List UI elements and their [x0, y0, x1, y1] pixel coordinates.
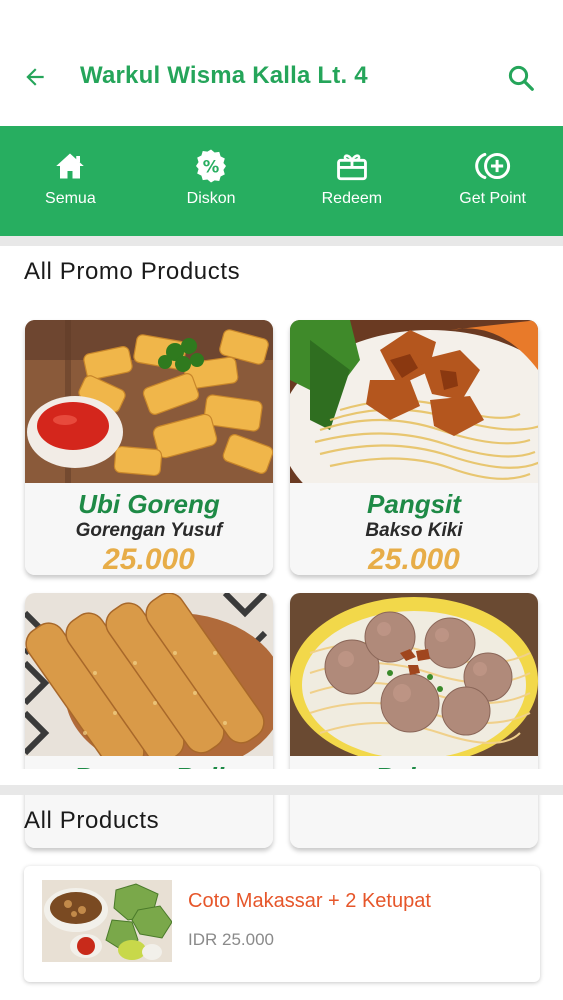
product-name: Pangsit [367, 489, 461, 519]
menu-item-label: Redeem [321, 190, 383, 207]
arrow-left-icon [26, 68, 44, 86]
search-icon [508, 65, 534, 91]
menu-item-label: Diskon [186, 190, 236, 207]
product-thumbnail [42, 880, 194, 962]
menu-item-semua[interactable]: Semua [0, 126, 141, 236]
product-price: IDR 25.000 [188, 930, 274, 949]
page-title: Warkul Wisma Kalla Lt. 4 [80, 62, 368, 89]
menu-item-redeem[interactable]: Redeem [282, 126, 423, 236]
menu-item-label: Get Point [459, 190, 526, 207]
store-name: Bakso Kiki [365, 520, 463, 541]
back-button[interactable] [18, 60, 52, 94]
app-bar: Warkul Wisma Kalla Lt. 4 [0, 0, 563, 126]
menu-item-label: Semua [45, 190, 96, 207]
scroll-cutoff [0, 769, 563, 785]
home-icon [50, 148, 90, 184]
promo-card-pangsit[interactable]: Pangsit Bakso Kiki 25.000 [290, 320, 538, 575]
food-image [25, 320, 273, 483]
promo-card-bakso[interactable]: Bakso [290, 593, 538, 848]
products-section-title: All Products [24, 807, 160, 834]
menu-item-diskon[interactable]: % Diskon [141, 126, 282, 236]
search-button[interactable] [503, 60, 539, 96]
product-name: Coto Makassar + 2 Ketupat [188, 890, 431, 912]
product-name: Ubi Goreng [78, 489, 220, 519]
promo-card-info: Pangsit Bakso Kiki 25.000 [290, 483, 538, 575]
discount-badge-icon: % [191, 148, 231, 184]
svg-text:%: % [203, 157, 220, 176]
promo-section-title: All Promo Products [24, 258, 241, 285]
product-price: 25.000 [103, 543, 195, 575]
promo-card-ubi-goreng[interactable]: Ubi Goreng Gorengan Yusuf 25.000 [25, 320, 273, 575]
product-price: 25.000 [368, 543, 460, 575]
gift-icon [332, 148, 372, 184]
section-divider [0, 785, 563, 795]
promo-card-info: Ubi Goreng Gorengan Yusuf 25.000 [25, 483, 273, 575]
product-list-item[interactable]: Coto Makassar + 2 Ketupat IDR 25.000 [24, 866, 540, 982]
section-divider [0, 236, 563, 246]
food-image [25, 593, 273, 756]
food-image [290, 320, 538, 483]
food-image [290, 593, 538, 756]
store-name: Gorengan Yusuf [75, 520, 223, 541]
add-point-icon [473, 148, 513, 184]
menu-item-get-point[interactable]: Get Point [422, 126, 563, 236]
category-menu: Semua % Diskon Redeem Get Point [0, 126, 563, 236]
